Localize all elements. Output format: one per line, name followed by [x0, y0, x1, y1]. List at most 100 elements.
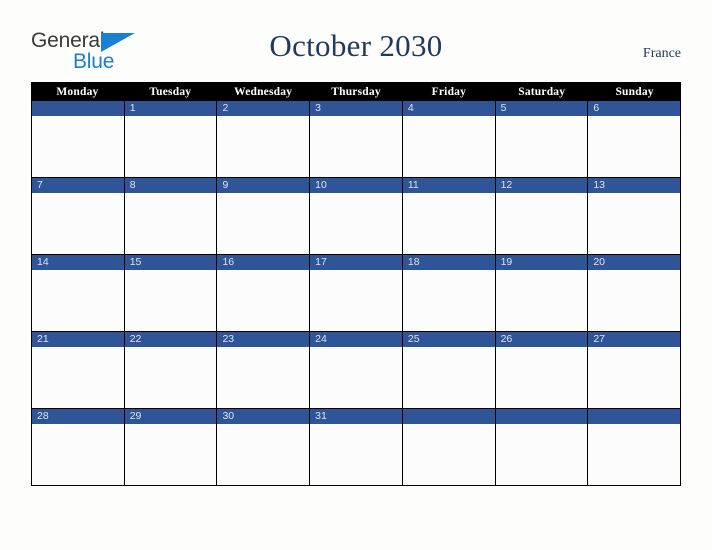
day-events-area[interactable]	[310, 116, 402, 177]
day-events-area[interactable]	[310, 347, 402, 408]
day-number: 29	[124, 409, 217, 424]
day-number: 14	[32, 255, 124, 270]
day-events-area[interactable]	[495, 347, 588, 408]
day-number: 21	[32, 332, 124, 347]
day-cell[interactable]: 17	[310, 255, 403, 332]
day-events-area[interactable]	[217, 270, 310, 331]
day-events-area[interactable]	[124, 347, 217, 408]
day-number: 28	[32, 409, 124, 424]
day-events-area[interactable]	[588, 347, 681, 408]
weekday-header-monday: Monday	[56, 85, 99, 98]
day-number: 7	[32, 178, 124, 193]
day-events-area[interactable]	[310, 193, 402, 254]
day-cell[interactable]	[402, 409, 496, 486]
day-cell[interactable]: 12	[495, 178, 589, 255]
day-number: 31	[310, 409, 402, 424]
day-cell[interactable]: 10	[310, 178, 403, 255]
day-cell[interactable]: 26	[495, 332, 589, 409]
day-cell[interactable]: 1	[124, 101, 218, 178]
day-events-area[interactable]	[32, 347, 124, 408]
weekday-header-tuesday: Tuesday	[149, 85, 192, 98]
day-cell[interactable]: 20	[588, 255, 682, 332]
day-number: 13	[588, 178, 681, 193]
day-number: 9	[217, 178, 310, 193]
day-cell[interactable]: 30	[217, 409, 311, 486]
day-events-area[interactable]	[32, 116, 124, 177]
day-cell[interactable]: 18	[402, 255, 496, 332]
day-number: 23	[217, 332, 310, 347]
day-events-area[interactable]	[32, 424, 124, 485]
day-cell[interactable]: 6	[588, 101, 682, 178]
day-cell[interactable]: 14	[32, 255, 125, 332]
day-number: 22	[124, 332, 217, 347]
day-events-area[interactable]	[124, 193, 217, 254]
week-row: 7 8 9 10 11 12 13	[31, 178, 682, 255]
day-number: 4	[402, 101, 495, 116]
day-events-area[interactable]	[402, 424, 495, 485]
day-cell[interactable]: 4	[402, 101, 496, 178]
day-events-area[interactable]	[402, 116, 495, 177]
day-cell[interactable]	[32, 101, 125, 178]
day-events-area[interactable]	[588, 424, 681, 485]
day-cell[interactable]: 22	[124, 332, 218, 409]
day-cell[interactable]: 7	[32, 178, 125, 255]
day-cell[interactable]: 8	[124, 178, 218, 255]
day-number: 5	[495, 101, 588, 116]
day-events-area[interactable]	[495, 116, 588, 177]
day-events-area[interactable]	[495, 193, 588, 254]
day-cell[interactable]: 29	[124, 409, 218, 486]
day-cell[interactable]: 24	[310, 332, 403, 409]
day-cell[interactable]: 21	[32, 332, 125, 409]
country-label: France	[642, 46, 681, 61]
day-events-area[interactable]	[124, 424, 217, 485]
day-cell[interactable]: 5	[495, 101, 589, 178]
day-cell[interactable]: 13	[588, 178, 682, 255]
week-row: 28 29 30 31	[31, 409, 682, 486]
day-cell[interactable]	[588, 409, 682, 486]
day-number: 3	[310, 101, 402, 116]
day-events-area[interactable]	[588, 116, 681, 177]
day-events-area[interactable]	[32, 193, 124, 254]
day-events-area[interactable]	[310, 270, 402, 331]
day-cell[interactable]: 19	[495, 255, 589, 332]
day-cell[interactable]	[495, 409, 589, 486]
day-events-area[interactable]	[310, 424, 402, 485]
day-cell[interactable]: 15	[124, 255, 218, 332]
day-number: 16	[217, 255, 310, 270]
week-row: 1 2 3 4 5 6	[31, 101, 682, 178]
day-cell[interactable]: 31	[310, 409, 403, 486]
day-events-area[interactable]	[588, 193, 681, 254]
day-events-area[interactable]	[402, 193, 495, 254]
day-number: 8	[124, 178, 217, 193]
day-cell[interactable]: 11	[402, 178, 496, 255]
day-events-area[interactable]	[402, 270, 495, 331]
calendar-grid: Monday Tuesday Wednesday Thursday Friday…	[31, 82, 682, 486]
day-cell[interactable]: 27	[588, 332, 682, 409]
day-cell[interactable]: 9	[217, 178, 311, 255]
page-title: October 2030	[269, 28, 443, 63]
day-events-area[interactable]	[217, 116, 310, 177]
day-events-area[interactable]	[217, 424, 310, 485]
week-row: 14 15 16 17 18 19 20	[31, 255, 682, 332]
day-events-area[interactable]	[32, 270, 124, 331]
day-number	[495, 409, 588, 424]
day-cell[interactable]: 16	[217, 255, 311, 332]
day-events-area[interactable]	[217, 347, 310, 408]
day-number	[32, 101, 124, 116]
day-cell[interactable]: 28	[32, 409, 125, 486]
day-cell[interactable]: 23	[217, 332, 311, 409]
day-cell[interactable]: 2	[217, 101, 311, 178]
weekday-header-row: Monday Tuesday Wednesday Thursday Friday…	[31, 82, 681, 101]
day-cell[interactable]: 25	[402, 332, 496, 409]
day-events-area[interactable]	[495, 424, 588, 485]
day-events-area[interactable]	[402, 347, 495, 408]
day-cell[interactable]: 3	[310, 101, 403, 178]
day-events-area[interactable]	[217, 193, 310, 254]
day-events-area[interactable]	[124, 116, 217, 177]
day-events-area[interactable]	[588, 270, 681, 331]
day-number: 12	[495, 178, 588, 193]
day-number: 24	[310, 332, 402, 347]
day-events-area[interactable]	[495, 270, 588, 331]
day-events-area[interactable]	[124, 270, 217, 331]
page-header: General Blue October 2030 France	[0, 0, 712, 82]
